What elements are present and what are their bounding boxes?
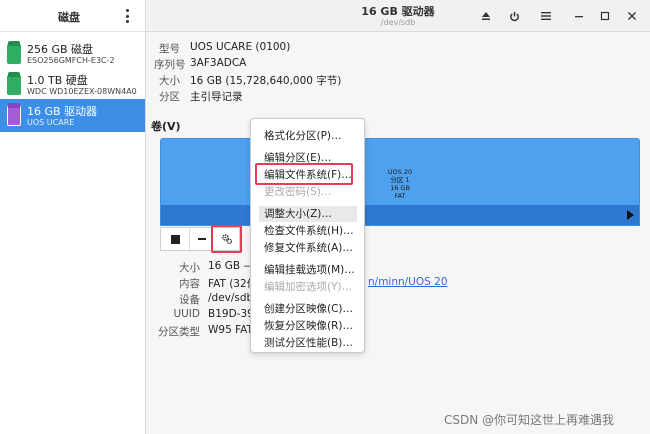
- eject-icon[interactable]: [478, 8, 494, 24]
- detail-label: 分区类型: [158, 326, 200, 338]
- disk-item-1tb[interactable]: 1.0 TB 硬盘 WDC WD10EZEX-08WN4A0: [0, 68, 145, 101]
- property-label: 分区: [159, 91, 180, 103]
- partition-number: 分区 1: [390, 176, 410, 184]
- disk-item-256gb[interactable]: 256 GB 磁盘 ESO256GMFCH-E3C-2: [0, 37, 145, 70]
- detail-label: UUID: [173, 308, 200, 320]
- property-value: 3AF3ADCA: [190, 57, 247, 69]
- maximize-icon[interactable]: [597, 8, 613, 24]
- usb-drive-icon: [5, 103, 23, 127]
- detail-value: 16 GB —: [208, 260, 254, 272]
- delete-partition-button[interactable]: [189, 228, 213, 250]
- partition-name: UOS 20: [387, 168, 413, 176]
- minus-icon: [197, 238, 206, 240]
- disk-drive-icon: [5, 72, 23, 96]
- disk-name: 256 GB 磁盘: [27, 43, 94, 56]
- menu-item-change-passphrase: 更改密码(S)…: [264, 186, 332, 198]
- detail-label: 内容: [179, 278, 200, 290]
- sidebar-header: 磁盘: [0, 0, 145, 32]
- detail-label: 大小: [179, 262, 200, 274]
- stop-icon: [170, 234, 180, 244]
- disk-name: 16 GB 驱动器: [27, 105, 98, 118]
- property-label: 大小: [159, 75, 180, 87]
- disk-model: UOS UCARE: [27, 118, 75, 127]
- menu-item-benchmark-partition[interactable]: 测试分区性能(B)…: [259, 335, 357, 351]
- detail-value: /dev/sdb: [208, 292, 254, 304]
- disk-drive-icon: [5, 41, 23, 65]
- disk-item-16gb-selected[interactable]: 16 GB 驱动器 UOS UCARE: [0, 99, 145, 132]
- highlight-box-edit-filesystem: [255, 163, 353, 185]
- stop-button[interactable]: [161, 228, 189, 250]
- partition-usage-stripe: [161, 205, 639, 225]
- disk-model: WDC WD10EZEX-08WN4A0: [27, 87, 137, 96]
- mount-point-link[interactable]: n/minn/UOS 20: [368, 276, 448, 288]
- detail-value: W95 FAT:: [208, 324, 256, 336]
- menu-item-resize[interactable]: 调整大小(Z)…: [259, 206, 357, 222]
- sidebar-title: 磁盘: [58, 11, 80, 24]
- power-icon[interactable]: [506, 8, 522, 24]
- kebab-menu-icon[interactable]: [120, 7, 134, 25]
- property-label: 型号: [159, 43, 180, 55]
- partition-size: 16 GB FAT: [390, 184, 410, 200]
- partition-label: UOS 20 分区 1 16 GB FAT: [385, 168, 415, 200]
- detail-label: 设备: [179, 294, 200, 306]
- disk-sidebar: 磁盘 256 GB 磁盘 ESO256GMFCH-E3C-2 1.0 TB 硬盘…: [0, 0, 146, 434]
- menu-item-check-filesystem[interactable]: 检查文件系统(H)…: [259, 223, 357, 239]
- window-titlebar: 16 GB 驱动器 /dev/sdb: [146, 0, 650, 32]
- partition-context-menu: 格式化分区(P)… 编辑分区(E)… 编辑文件系统(F)… 更改密码(S)… 调…: [250, 118, 365, 353]
- disk-model: ESO256GMFCH-E3C-2: [27, 56, 115, 65]
- close-icon[interactable]: [624, 8, 640, 24]
- menu-item-edit-mount-options[interactable]: 编辑挂载选项(M)…: [259, 262, 357, 278]
- property-value: 16 GB (15,728,640,000 字节): [190, 75, 342, 87]
- menu-icon[interactable]: [538, 8, 554, 24]
- detail-value: B19D-39: [208, 308, 254, 320]
- property-value: UOS UCARE (0100): [190, 41, 291, 53]
- disk-name: 1.0 TB 硬盘: [27, 74, 88, 87]
- menu-item-repair-filesystem[interactable]: 修复文件系统(A)…: [259, 240, 357, 256]
- menu-item-restore-partition-image[interactable]: 恢复分区映像(R)…: [259, 318, 357, 334]
- highlight-box-options-button: [211, 225, 242, 253]
- volumes-heading: 卷(V): [151, 120, 181, 133]
- minimize-icon[interactable]: [571, 8, 587, 24]
- property-value: 主引导记录: [190, 91, 243, 103]
- watermark: CSDN @你可知这世上再难遇我: [444, 413, 615, 427]
- property-label: 序列号: [154, 59, 186, 71]
- play-arrow-icon[interactable]: [627, 210, 634, 220]
- menu-item-format-partition[interactable]: 格式化分区(P)…: [259, 128, 357, 144]
- menu-item-edit-encryption-options: 编辑加密选项(Y)…: [264, 281, 353, 293]
- menu-item-create-partition-image[interactable]: 创建分区映像(C)…: [259, 301, 357, 317]
